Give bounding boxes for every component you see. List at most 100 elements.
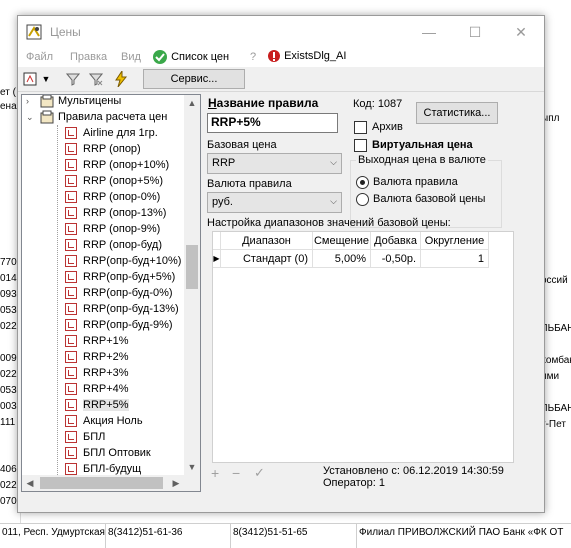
cell-offset[interactable]: 5,00% bbox=[313, 250, 371, 268]
tree-item[interactable]: RRP (опор-буд) bbox=[65, 237, 162, 253]
rules-tree[interactable]: › Мультицены ⌄ Правила расчета цен Airli… bbox=[21, 94, 201, 492]
col-add-header[interactable]: Добавка bbox=[371, 232, 421, 250]
tree-item-label: RRP+3% bbox=[83, 367, 129, 379]
apply-button[interactable]: ✓ bbox=[254, 465, 265, 481]
maximize-button[interactable]: ☐ bbox=[452, 16, 498, 48]
minimize-button[interactable]: — bbox=[406, 16, 452, 48]
bg-fragment: оссий bbox=[541, 275, 568, 286]
tree-item[interactable]: RRP+4% bbox=[65, 381, 129, 397]
rule-icon bbox=[65, 239, 77, 251]
prices-window: Цены — ☐ ✕ Файл Правка Вид Список цен ? … bbox=[17, 15, 545, 513]
tree-item[interactable]: RRP(опр-буд+5%) bbox=[65, 269, 175, 285]
tree-item[interactable]: Акция Ноль bbox=[65, 413, 143, 429]
bg-fragment: 014 bbox=[0, 273, 17, 284]
tree-item[interactable]: RRP (опор+10%) bbox=[65, 157, 169, 173]
base-price-select[interactable]: RRP ⌵ bbox=[207, 153, 342, 174]
virtual-price-label: Виртуальная цена bbox=[372, 139, 473, 151]
green-check-icon bbox=[153, 50, 167, 64]
expand-icon: › bbox=[26, 96, 29, 106]
title-bar: Цены — ☐ ✕ bbox=[18, 16, 544, 48]
tree-item[interactable]: RRP+3% bbox=[65, 365, 129, 381]
ranges-grid[interactable]: Диапазон Смещение Добавка Округление ▶ С… bbox=[212, 231, 514, 463]
archive-checkbox[interactable] bbox=[354, 121, 367, 134]
collapse-icon: ⌄ bbox=[26, 111, 34, 122]
service-button[interactable]: Сервис... bbox=[143, 69, 245, 89]
radio-rule-currency[interactable] bbox=[356, 176, 369, 189]
menu-exists-dlg[interactable]: ExistsDlg_AI bbox=[267, 49, 346, 63]
rule-icon bbox=[65, 431, 77, 443]
tree-item-label: RRP+5% bbox=[83, 399, 129, 411]
rule-icon bbox=[65, 175, 77, 187]
cell-range[interactable]: Стандарт (0) bbox=[221, 250, 313, 268]
rule-icon bbox=[65, 207, 77, 219]
tree-item[interactable]: RRP+2% bbox=[65, 349, 129, 365]
col-range-header[interactable]: Диапазон bbox=[221, 232, 313, 250]
col-round-header[interactable]: Округление bbox=[421, 232, 489, 250]
add-row-button[interactable]: + bbox=[211, 465, 219, 481]
sort-button[interactable] bbox=[65, 70, 81, 88]
col-offset-header[interactable]: Смещение bbox=[313, 232, 371, 250]
bg-phone-1: 8(3412)51-61-36 bbox=[108, 527, 183, 538]
close-icon: ✕ bbox=[515, 23, 527, 40]
scroll-up-icon[interactable]: ▲ bbox=[184, 95, 200, 111]
tree-node-multiprices[interactable]: › Мультицены bbox=[26, 95, 121, 109]
rule-icon bbox=[65, 399, 77, 411]
menu-help[interactable]: ? bbox=[250, 51, 256, 63]
tree-node-price-rules[interactable]: ⌄ Правила расчета цен bbox=[26, 109, 167, 125]
scroll-right-icon[interactable]: ▶ bbox=[168, 475, 184, 491]
menu-edit[interactable]: Правка bbox=[70, 51, 107, 63]
tree-item[interactable]: RRP(опр-буд+10%) bbox=[65, 253, 181, 269]
tree-item[interactable]: RRP (опор+5%) bbox=[65, 173, 163, 189]
tree-item[interactable]: RRP(опр-буд-9%) bbox=[65, 317, 173, 333]
menu-exists-dlg-label: ExistsDlg_AI bbox=[284, 49, 347, 62]
bg-fragment: ена bbox=[0, 101, 17, 112]
tree-item[interactable]: RRP(опр-буд-13%) bbox=[65, 301, 179, 317]
tree-item[interactable]: БПЛ bbox=[65, 429, 105, 445]
currency-select[interactable]: руб. ⌵ bbox=[207, 192, 342, 213]
tree-item[interactable]: БПЛ-будущ bbox=[65, 461, 141, 475]
scroll-thumb[interactable] bbox=[186, 245, 198, 289]
radio-base-currency[interactable] bbox=[356, 193, 369, 206]
filter-button[interactable] bbox=[88, 70, 104, 88]
tree-item[interactable]: БПЛ Оптовик bbox=[65, 445, 151, 461]
scroll-down-icon[interactable]: ▼ bbox=[184, 459, 200, 475]
tree-item-label: RRP (опор-13%) bbox=[83, 207, 167, 219]
tree-item-label: Airline для 1гр. bbox=[83, 127, 158, 139]
scroll-left-icon[interactable]: ◀ bbox=[22, 475, 38, 491]
cell-round[interactable]: 1 bbox=[421, 250, 489, 268]
tree-item[interactable]: RRP+1% bbox=[65, 333, 129, 349]
tree-item-label: RRP+4% bbox=[83, 383, 129, 395]
tree-item[interactable]: Airline для 1гр. bbox=[65, 125, 158, 141]
red-info-icon bbox=[268, 50, 280, 62]
remove-row-button[interactable]: − bbox=[232, 465, 240, 481]
tree-item-label: БПЛ Оптовик bbox=[83, 447, 151, 459]
tree-item-selected[interactable]: RRP+5% bbox=[65, 397, 129, 413]
rule-name-input[interactable]: RRP+5% bbox=[207, 113, 338, 133]
currency-value: руб. bbox=[212, 196, 233, 208]
tree-item[interactable]: RRP (опор-13%) bbox=[65, 205, 166, 221]
cell-add[interactable]: -0,50р. bbox=[371, 250, 421, 268]
tree-horizontal-scrollbar[interactable]: ◀ ▶ bbox=[22, 475, 184, 491]
base-price-label: Базовая цена bbox=[207, 139, 277, 151]
tree-item-label: RRP (опор) bbox=[83, 143, 141, 155]
virtual-price-checkbox[interactable] bbox=[354, 139, 367, 152]
scroll-thumb[interactable] bbox=[40, 477, 163, 489]
tree-item[interactable]: RRP (опор-0%) bbox=[65, 189, 160, 205]
tree-item[interactable]: RRP (опор-9%) bbox=[65, 221, 160, 237]
tree-item[interactable]: RRP (опор) bbox=[65, 141, 141, 157]
menu-view[interactable]: Вид bbox=[121, 51, 141, 63]
run-button[interactable] bbox=[113, 70, 129, 88]
menu-price-list[interactable]: Список цен bbox=[152, 49, 229, 65]
bg-fragment: ЛЬБАНК bbox=[541, 403, 571, 414]
tree-item-label: БПЛ-будущ bbox=[83, 463, 142, 475]
tree-view-button[interactable] bbox=[22, 70, 38, 88]
close-button[interactable]: ✕ bbox=[498, 16, 544, 48]
tree-dropdown-button[interactable]: ▼ bbox=[40, 70, 52, 88]
tree-item-label: RRP (опор-буд) bbox=[83, 239, 162, 251]
bg-fragment: 053 bbox=[0, 305, 17, 316]
tree-item[interactable]: RRP(опр-буд-0%) bbox=[65, 285, 173, 301]
tree-vertical-scrollbar[interactable]: ▲ ▼ bbox=[184, 95, 200, 475]
bg-phone-2: 8(3412)51-51-65 bbox=[233, 527, 308, 538]
statistics-button[interactable]: Статистика... bbox=[416, 102, 498, 124]
menu-file[interactable]: Файл bbox=[26, 51, 53, 63]
